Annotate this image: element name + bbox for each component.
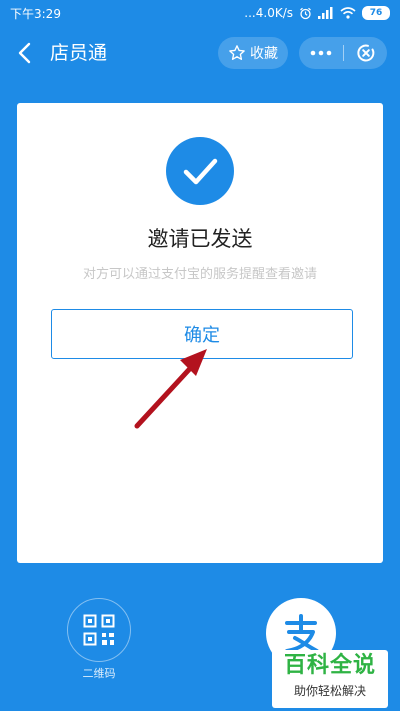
qr-code-icon [83,614,115,646]
result-subtitle: 对方可以通过支付宝的服务提醒查看邀请 [82,267,317,282]
battery-icon: 76 [362,6,390,20]
checkmark-icon [183,158,218,185]
more-button[interactable] [299,37,343,69]
page-title: 店员通 [50,42,108,64]
qr-code-button[interactable] [67,598,131,662]
status-bar: 下午3:29 ...4.0K/s 76 [0,0,400,26]
wifi-icon [340,7,356,19]
favorite-label: 收藏 [250,46,278,62]
signal-icon [318,7,333,19]
watermark-badge: 百科全说 助你轻松解决 [272,650,388,708]
back-button[interactable] [14,40,38,66]
confirm-button[interactable]: 确定 [51,309,353,359]
success-icon [166,137,234,205]
network-speed: ...4.0K/s [244,6,293,20]
result-title: 邀请已发送 [147,227,253,251]
back-arrow-icon [18,42,31,64]
status-time: 下午3:29 [10,6,61,21]
qr-code-label: 二维码 [82,667,116,680]
miniapp-capsule [299,37,387,69]
star-icon [229,45,245,60]
favorite-button[interactable]: 收藏 [218,37,288,69]
result-card: 邀请已发送 对方可以通过支付宝的服务提醒查看邀请 确定 [17,103,383,563]
title-bar: 店员通 收藏 [0,28,400,78]
status-icons: ...4.0K/s 76 [244,6,390,20]
close-circle-icon [356,44,374,62]
alipay-logo-icon [285,614,319,653]
alarm-icon [300,7,311,19]
close-miniapp-button[interactable] [344,37,387,69]
more-dots-icon [310,50,332,56]
watermark-subtitle: 助你轻松解决 [293,684,366,698]
watermark-title: 百科全说 [283,653,376,678]
